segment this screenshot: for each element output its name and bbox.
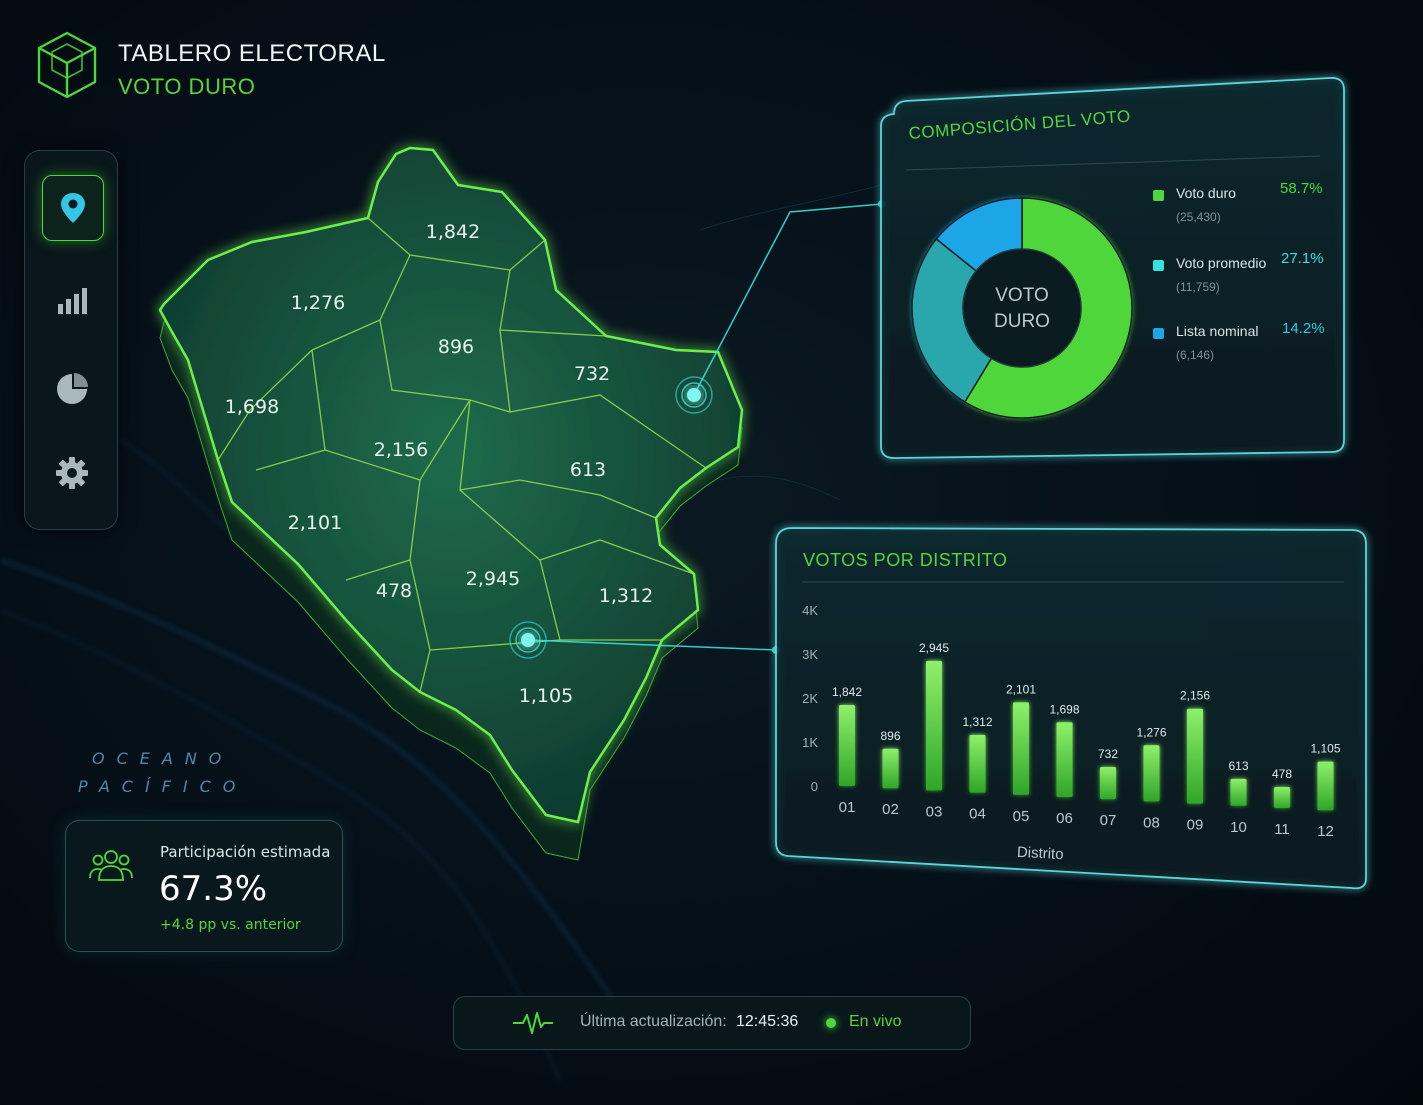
users-icon	[89, 850, 133, 881]
legend-label: Voto promedio	[1176, 255, 1267, 271]
sidebar	[24, 150, 118, 530]
nav-stats-button[interactable]	[42, 269, 102, 333]
bar-value-label: 2,945	[919, 641, 949, 655]
y-tick-label: 3K	[802, 647, 818, 662]
x-tick-label: 09	[1187, 817, 1204, 834]
bar-value-label: 478	[1272, 767, 1292, 781]
ocean-label: PACÍFICO	[78, 777, 248, 796]
x-tick-label: 07	[1100, 812, 1117, 829]
region-label[interactable]: 896	[438, 336, 474, 358]
x-tick-label: 08	[1143, 814, 1160, 831]
region-label[interactable]: 1,105	[519, 685, 573, 707]
region-label[interactable]: 2,945	[466, 568, 520, 590]
nav-composition-button[interactable]	[42, 357, 102, 421]
region-label[interactable]: 613	[570, 459, 606, 481]
legend-swatch	[1153, 328, 1164, 339]
legend-swatch	[1153, 260, 1164, 271]
region-label[interactable]: 1,312	[599, 585, 653, 607]
app-title: TABLERO ELECTORAL	[118, 40, 386, 67]
bar[interactable]	[1056, 722, 1073, 797]
bar[interactable]	[1230, 778, 1247, 806]
status-time: 12:45:36	[736, 1013, 799, 1030]
bar[interactable]	[1274, 786, 1290, 808]
bars-title: VOTOS POR DISTRITO	[803, 550, 1008, 570]
legend-label: Lista nominal	[1176, 323, 1259, 339]
legend-count: (25,430)	[1176, 210, 1221, 224]
pulse-icon	[513, 1012, 553, 1034]
bar[interactable]	[1100, 766, 1116, 800]
status-label: Última actualización:	[580, 1013, 727, 1030]
gear-icon	[56, 457, 88, 489]
legend-percent: 14.2%	[1282, 320, 1325, 337]
nav-map-button[interactable]	[42, 175, 104, 241]
x-tick-label: 10	[1230, 819, 1247, 836]
x-tick-label: 06	[1056, 810, 1073, 827]
bar-value-label: 613	[1228, 759, 1248, 773]
hotspot-marker[interactable]	[675, 376, 713, 414]
legend-count: (11,759)	[1176, 280, 1220, 294]
region-label[interactable]: 2,101	[288, 512, 342, 534]
bar-value-label: 1,842	[832, 685, 862, 699]
bar-value-label: 1,105	[1310, 742, 1340, 756]
region-label[interactable]: 1,276	[291, 292, 345, 314]
bar-value-label: 1,276	[1136, 725, 1166, 739]
bar-chart: 4K 3K 2K 1K 0 1,842 896 2,945 1,312 2,101 1,698 73…	[802, 603, 1341, 863]
x-tick-label: 01	[839, 799, 856, 816]
x-tick-label: 05	[1013, 808, 1030, 825]
region-label[interactable]: 1,842	[426, 221, 480, 243]
bar[interactable]	[1317, 761, 1334, 811]
y-tick-label: 0	[811, 779, 818, 794]
live-badge[interactable]: En vivo	[849, 1013, 901, 1031]
participation-value: 67.3%	[159, 869, 268, 909]
x-tick-label: 02	[882, 801, 899, 818]
x-tick-label: 03	[926, 803, 943, 820]
participation-label: Participación estimada	[160, 843, 331, 861]
y-tick-label: 1K	[802, 735, 818, 750]
cube-logo-icon	[37, 31, 97, 99]
participation-card: Participación estimada 67.3% +4.8 pp vs.…	[65, 820, 343, 952]
x-tick-label: 12	[1317, 823, 1334, 840]
bar[interactable]	[1187, 708, 1203, 804]
app-subtitle: VOTO DURO	[118, 74, 256, 99]
map-pin-icon	[61, 193, 85, 223]
legend-swatch	[1153, 190, 1164, 201]
hotspot-marker[interactable]	[509, 621, 547, 659]
bar-value-label: 896	[880, 729, 900, 743]
bar[interactable]	[1143, 745, 1160, 802]
region-label[interactable]: 732	[574, 363, 610, 385]
pie-chart-icon	[57, 373, 88, 404]
bar[interactable]	[839, 704, 855, 786]
y-tick-label: 2K	[802, 691, 818, 706]
region-label[interactable]: 1,698	[225, 396, 279, 418]
participation-delta: +4.8 pp vs. anterior	[160, 917, 301, 933]
bar[interactable]	[969, 734, 986, 793]
bar-value-label: 1,312	[962, 715, 992, 729]
legend-percent: 27.1%	[1281, 250, 1324, 267]
live-dot	[826, 1018, 836, 1028]
x-tick-label: 11	[1274, 821, 1290, 838]
region-label[interactable]: 478	[376, 580, 412, 602]
bar[interactable]	[1013, 702, 1029, 795]
legend-label: Voto duro	[1176, 185, 1236, 201]
ocean-label: OCEANO	[92, 749, 234, 768]
bar[interactable]	[926, 660, 942, 791]
donut-chart: VOTO DURO	[911, 197, 1133, 419]
bar-value-label: 1,698	[1049, 702, 1079, 716]
bar-value-label: 2,156	[1180, 689, 1210, 703]
donut-center-label: DURO	[994, 311, 1050, 332]
bar[interactable]	[882, 748, 899, 789]
x-axis-label: Distrito	[1016, 844, 1063, 863]
y-tick-label: 4K	[802, 603, 818, 618]
donut-center-label: VOTO	[995, 285, 1049, 306]
bar-value-label: 732	[1098, 747, 1118, 761]
bar-value-label: 2,101	[1006, 682, 1036, 696]
nav-settings-button[interactable]	[42, 441, 102, 505]
region-label[interactable]: 2,156	[374, 439, 428, 461]
legend-percent: 58.7%	[1280, 180, 1323, 197]
x-tick-label: 04	[969, 806, 986, 823]
legend-count: (6,146)	[1176, 348, 1215, 362]
status-bar: Última actualización: 12:45:36 En vivo	[453, 996, 971, 1050]
bar-chart-icon	[58, 288, 87, 314]
